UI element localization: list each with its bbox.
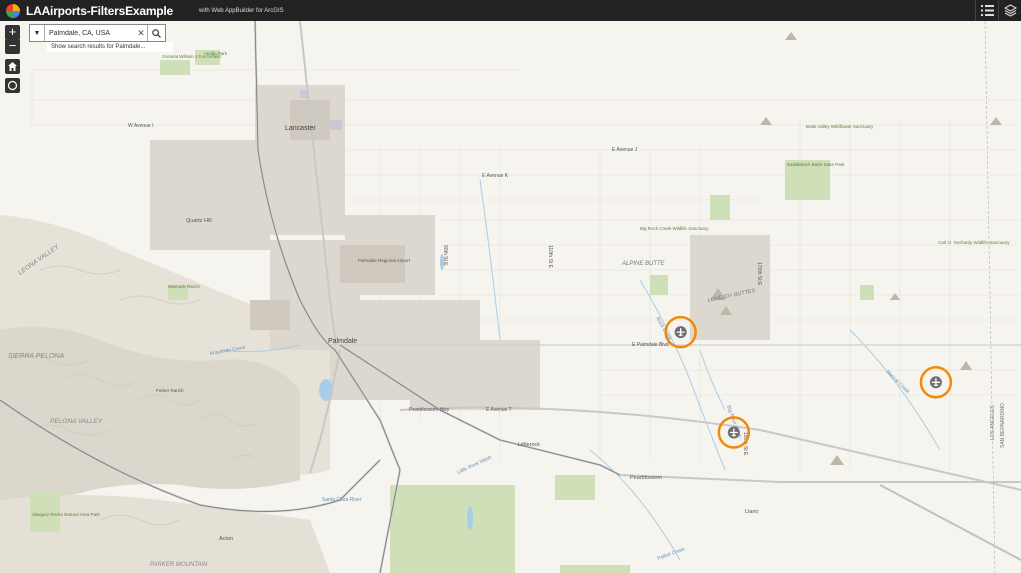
label-parker-ranch: Parker Ranch xyxy=(156,388,184,393)
home-icon xyxy=(8,62,17,71)
close-icon[interactable]: ✕ xyxy=(135,28,147,39)
search-source-dropdown[interactable]: ▼ xyxy=(30,25,45,41)
label-palmdale-airport: Palmdale Regional Airport xyxy=(358,258,411,263)
label-parker-mountain: PARKER MOUNTAIN xyxy=(150,562,208,568)
label-san-bernardino-county: SAN BERNARDINO xyxy=(1000,403,1006,448)
list-icon[interactable] xyxy=(975,0,998,21)
label-170th-st-e: 170th St E xyxy=(756,262,762,286)
label-palmdale: Palmdale xyxy=(328,338,357,345)
label-los-angeles-county: LOS ANGELES xyxy=(990,405,996,440)
label-e-avenue-j: E Avenue J xyxy=(612,147,638,153)
label-quartz-hill: Quartz Hill xyxy=(186,218,212,224)
label-w-avenue-i: W Avenue I xyxy=(128,123,153,129)
app-logo-icon xyxy=(6,3,20,18)
layers-icon[interactable] xyxy=(998,0,1021,21)
label-110th-st-e: 110th St E xyxy=(547,245,553,269)
label-pelona-valley: PELONA VALLEY xyxy=(50,418,103,425)
label-santa-clara-river: Santa Clara River xyxy=(322,497,362,503)
label-e-palmdale-blvd: E Palmdale Blvd xyxy=(632,342,669,348)
app-title: LAAirports-FiltersExample xyxy=(26,3,174,18)
label-saddleback: Saddleback Butte State Park xyxy=(787,162,845,167)
label-vasquez: Vasquez Rocks Natural Area Park xyxy=(32,512,100,517)
label-pearblossom-hwy: Pearblossom Hwy xyxy=(409,407,450,413)
label-e-avenue-t: E Avenue T xyxy=(486,407,512,413)
locate-icon xyxy=(7,80,18,91)
label-butte-valley: Butte Valley Wildflower Sanctuary xyxy=(806,124,874,129)
label-warnock: Warnock Ranch xyxy=(168,284,200,289)
label-llano: Llano xyxy=(745,509,758,515)
label-sierra-pelona: SIERRA PELONA xyxy=(8,353,64,360)
map-view[interactable]: Lancaster Palmdale Quartz Hill Littleroc… xyxy=(0,21,1021,573)
search-button[interactable] xyxy=(147,25,164,41)
home-button[interactable] xyxy=(5,59,20,74)
label-lancaster: Lancaster xyxy=(285,125,316,132)
caret-down-icon: ▼ xyxy=(33,29,41,37)
label-big-rock: Big Rock Creek Wildlife Sanctuary xyxy=(640,226,709,231)
app-header: LAAirports-FiltersExample with Web AppBu… xyxy=(0,0,1021,21)
label-carl-o: Carl O. Gerhardy Wildlife Sanctuary xyxy=(938,240,1010,245)
label-alpine-butte: ALPINE BUTTE xyxy=(621,261,666,267)
label-e-avenue-k: E Avenue K xyxy=(482,173,509,179)
label-apollo-park: Apollo Park xyxy=(204,51,228,56)
label-90th-st-e: 90th St E xyxy=(442,245,448,266)
search-input[interactable] xyxy=(45,25,135,41)
zoom-out-button[interactable]: − xyxy=(5,39,20,54)
app-root: LAAirports-FiltersExample with Web AppBu… xyxy=(0,0,1021,573)
label-acton: Acton xyxy=(219,536,233,542)
app-subtitle: with Web AppBuilder for ArcGIS xyxy=(199,7,284,14)
label-littlerock: Littlerock xyxy=(518,442,540,448)
locate-button[interactable] xyxy=(5,78,20,93)
search-suggestion[interactable]: Show search results for Palmdale... xyxy=(47,42,173,52)
label-pearblossom: Pearblossom xyxy=(630,475,663,481)
search-icon xyxy=(151,28,161,38)
search-widget: ▼ ✕ xyxy=(29,24,166,42)
